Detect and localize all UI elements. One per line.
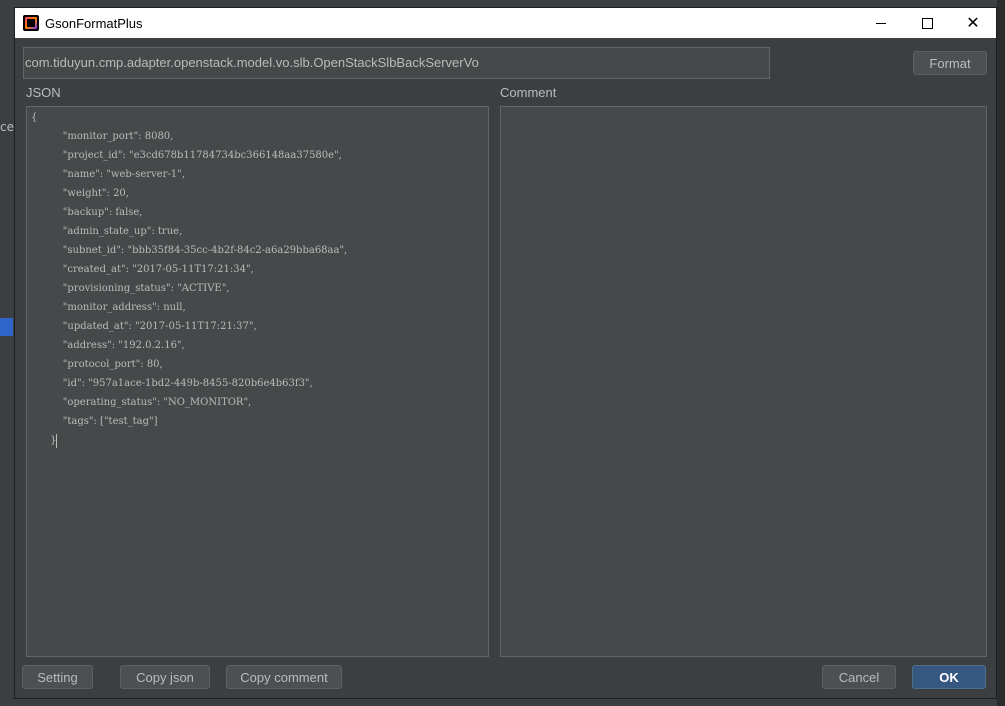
- close-button[interactable]: ✕: [950, 8, 996, 38]
- maximize-icon: [921, 17, 933, 29]
- comment-label: Comment: [500, 85, 557, 100]
- gsonformatplus-dialog: GsonFormatPlus ✕ com.tiduyun.cmp.adapter…: [14, 7, 997, 699]
- json-editor-content: { "monitor_port": 8080, "project_id": "e…: [31, 108, 347, 450]
- window-controls: ✕: [858, 8, 996, 38]
- window-title: GsonFormatPlus: [45, 15, 143, 31]
- cancel-button[interactable]: Cancel: [822, 665, 896, 689]
- ide-background-selection: [0, 318, 13, 336]
- minimize-button[interactable]: [858, 8, 904, 38]
- text-caret: [56, 433, 58, 448]
- ok-button[interactable]: OK: [912, 665, 986, 689]
- json-lines: "monitor_port": 8080, "project_id": "e3c…: [31, 131, 347, 427]
- copy-json-button[interactable]: Copy json: [120, 665, 210, 689]
- class-name-input[interactable]: com.tiduyun.cmp.adapter.openstack.model.…: [23, 47, 770, 79]
- json-line: "tags": ["test_tag"]: [31, 416, 158, 427]
- ide-background-edge: [997, 0, 1005, 706]
- close-icon: ✕: [966, 13, 980, 32]
- json-line: "id": "957a1ace-1bd2-449b-8455-820b6e4b6…: [31, 378, 313, 389]
- json-line: "weight": 20,: [31, 188, 129, 199]
- json-line: "created_at": "2017-05-11T17:21:34",: [31, 264, 254, 275]
- minimize-icon: [876, 22, 886, 24]
- json-line: "backup": false,: [31, 207, 143, 218]
- json-open-brace: {: [31, 112, 38, 123]
- json-label: JSON: [26, 85, 61, 100]
- title-bar[interactable]: GsonFormatPlus ✕: [15, 8, 996, 38]
- json-line: "operating_status": "NO_MONITOR",: [31, 397, 252, 408]
- json-line: "monitor_address": null,: [31, 302, 186, 313]
- json-line: "project_id": "e3cd678b11784734bc366148a…: [31, 150, 342, 161]
- ide-background-text: ce: [0, 120, 14, 134]
- json-line: "updated_at": "2017-05-11T17:21:37",: [31, 321, 257, 332]
- app-logo-icon: [23, 15, 39, 31]
- comment-editor[interactable]: [500, 106, 987, 657]
- json-line: "monitor_port": 8080,: [31, 131, 174, 142]
- json-line: "protocol_port": 80,: [31, 359, 163, 370]
- json-editor[interactable]: { "monitor_port": 8080, "project_id": "e…: [26, 106, 489, 657]
- copy-comment-button[interactable]: Copy comment: [226, 665, 342, 689]
- format-button[interactable]: Format: [913, 51, 987, 75]
- json-line: "name": "web-server-1",: [31, 169, 185, 180]
- maximize-button[interactable]: [904, 8, 950, 38]
- json-close-brace: }: [31, 435, 57, 446]
- setting-button[interactable]: Setting: [22, 665, 93, 689]
- json-line: "address": "192.0.2.16",: [31, 340, 185, 351]
- json-line: "subnet_id": "bbb35f84-35cc-4b2f-84c2-a6…: [31, 245, 348, 256]
- json-line: "provisioning_status": "ACTIVE",: [31, 283, 230, 294]
- json-line: "admin_state_up": true,: [31, 226, 183, 237]
